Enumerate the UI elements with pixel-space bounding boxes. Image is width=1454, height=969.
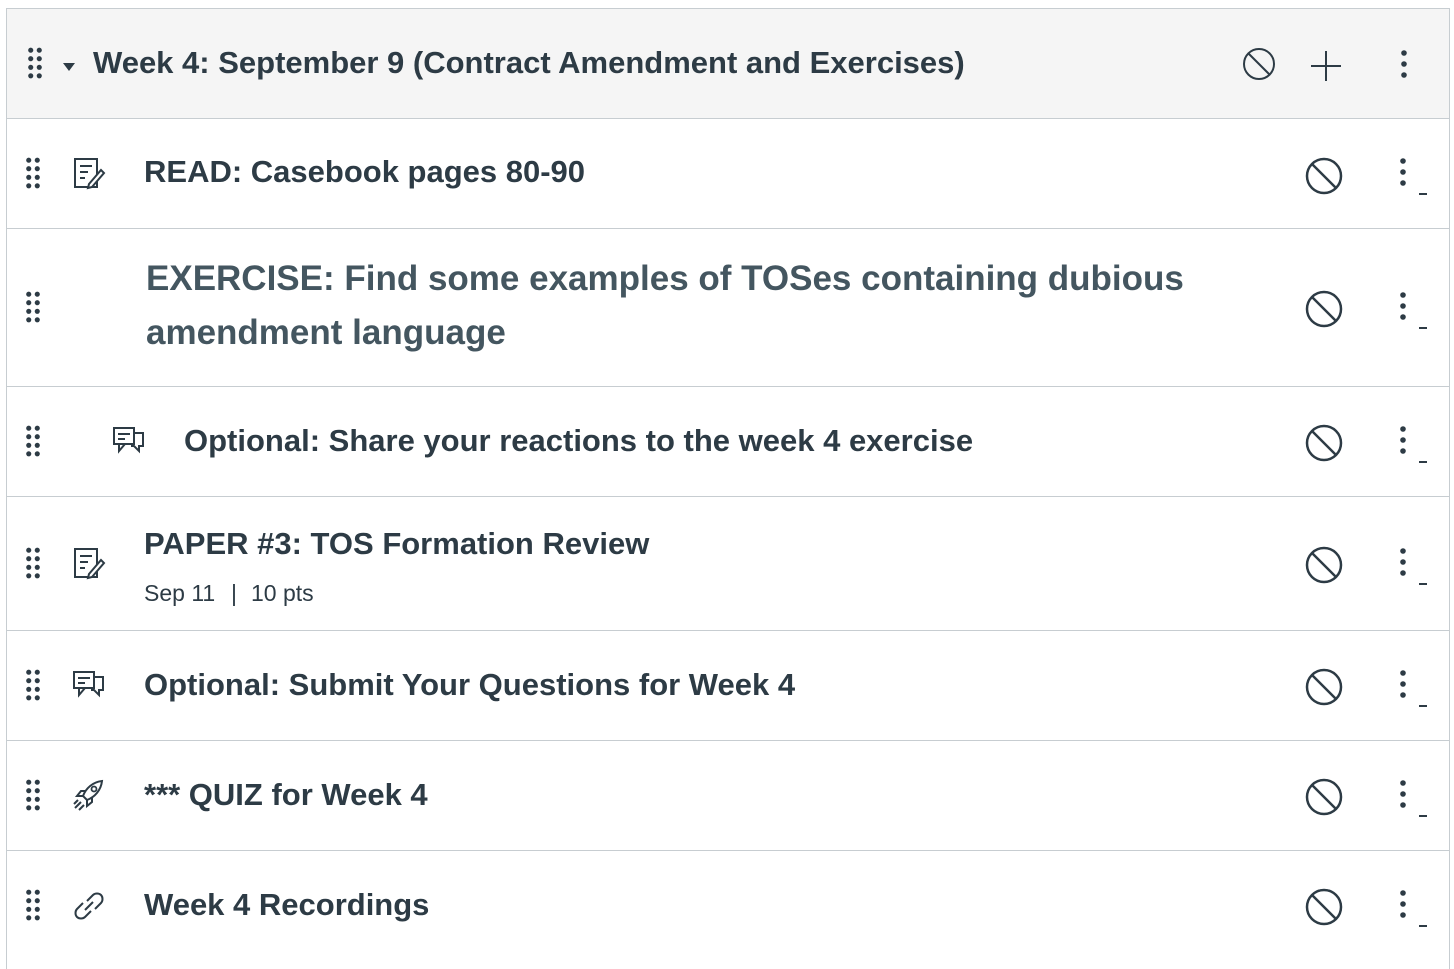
list-item[interactable]: Optional: Submit Your Questions for Week… bbox=[7, 631, 1449, 741]
discussion-icon bbox=[71, 668, 107, 704]
module-container: Week 4: September 9 (Contract Amendment … bbox=[6, 8, 1450, 969]
underscore-mark bbox=[1419, 461, 1427, 463]
underscore-mark bbox=[1419, 193, 1427, 195]
unpublished-icon[interactable] bbox=[1304, 545, 1344, 585]
kebab-menu-icon[interactable] bbox=[1398, 49, 1410, 83]
module-title[interactable]: Week 4: September 9 (Contract Amendment … bbox=[93, 45, 965, 81]
unpublished-icon[interactable] bbox=[1304, 777, 1344, 817]
unpublished-icon[interactable] bbox=[1242, 47, 1276, 86]
meta-separator: | bbox=[231, 580, 237, 606]
list-item[interactable]: Week 4 Recordings bbox=[7, 851, 1449, 960]
unpublished-icon[interactable] bbox=[1304, 156, 1344, 196]
item-title[interactable]: *** QUIZ for Week 4 bbox=[144, 777, 428, 813]
link-icon bbox=[71, 888, 107, 924]
assignment-icon bbox=[71, 546, 107, 582]
item-title[interactable]: Optional: Submit Your Questions for Week… bbox=[144, 667, 795, 703]
points: 10 pts bbox=[251, 580, 314, 606]
kebab-menu-icon[interactable] bbox=[1397, 425, 1409, 459]
unpublished-icon[interactable] bbox=[1304, 887, 1344, 927]
list-item[interactable]: *** QUIZ for Week 4 bbox=[7, 741, 1449, 851]
underscore-mark bbox=[1419, 705, 1427, 707]
underscore-mark bbox=[1419, 327, 1427, 329]
drag-handle-icon[interactable] bbox=[25, 779, 43, 813]
unpublished-icon[interactable] bbox=[1304, 423, 1344, 463]
drag-handle-icon[interactable] bbox=[25, 547, 43, 581]
list-item[interactable]: PAPER #3: TOS Formation Review Sep 11 | … bbox=[7, 497, 1449, 631]
kebab-menu-icon[interactable] bbox=[1397, 669, 1409, 703]
module-header[interactable]: Week 4: September 9 (Contract Amendment … bbox=[7, 9, 1449, 119]
list-item-subheader[interactable]: EXERCISE: Find some examples of TOSes co… bbox=[7, 229, 1449, 387]
kebab-menu-icon[interactable] bbox=[1397, 547, 1409, 581]
item-title[interactable]: READ: Casebook pages 80-90 bbox=[144, 154, 585, 190]
drag-handle-icon[interactable] bbox=[25, 669, 43, 703]
item-title[interactable]: Week 4 Recordings bbox=[144, 887, 429, 923]
add-icon[interactable] bbox=[1309, 49, 1343, 88]
kebab-menu-icon[interactable] bbox=[1397, 779, 1409, 813]
kebab-menu-icon[interactable] bbox=[1397, 291, 1409, 325]
kebab-menu-icon[interactable] bbox=[1397, 889, 1409, 923]
underscore-mark bbox=[1419, 815, 1427, 817]
list-item[interactable]: READ: Casebook pages 80-90 bbox=[7, 119, 1449, 229]
drag-handle-icon[interactable] bbox=[25, 157, 43, 191]
underscore-mark bbox=[1419, 583, 1427, 585]
discussion-icon bbox=[111, 424, 147, 460]
drag-handle-icon[interactable] bbox=[25, 425, 43, 459]
item-title[interactable]: Optional: Share your reactions to the we… bbox=[184, 423, 973, 459]
item-title[interactable]: PAPER #3: TOS Formation Review bbox=[144, 526, 649, 562]
kebab-menu-icon[interactable] bbox=[1397, 157, 1409, 191]
due-date: Sep 11 bbox=[144, 580, 216, 606]
underscore-mark bbox=[1419, 925, 1427, 927]
unpublished-icon[interactable] bbox=[1304, 289, 1344, 329]
subheader-title-line2[interactable]: amendment language bbox=[146, 313, 506, 353]
unpublished-icon[interactable] bbox=[1304, 667, 1344, 707]
subheader-title-line1[interactable]: EXERCISE: Find some examples of TOSes co… bbox=[146, 259, 1184, 299]
list-item[interactable]: Optional: Share your reactions to the we… bbox=[7, 387, 1449, 497]
caret-down-icon[interactable] bbox=[62, 59, 76, 77]
drag-handle-icon[interactable] bbox=[27, 47, 45, 81]
drag-handle-icon[interactable] bbox=[25, 291, 43, 325]
quiz-icon bbox=[71, 778, 107, 814]
assignment-icon bbox=[71, 156, 107, 192]
drag-handle-icon[interactable] bbox=[25, 889, 43, 923]
